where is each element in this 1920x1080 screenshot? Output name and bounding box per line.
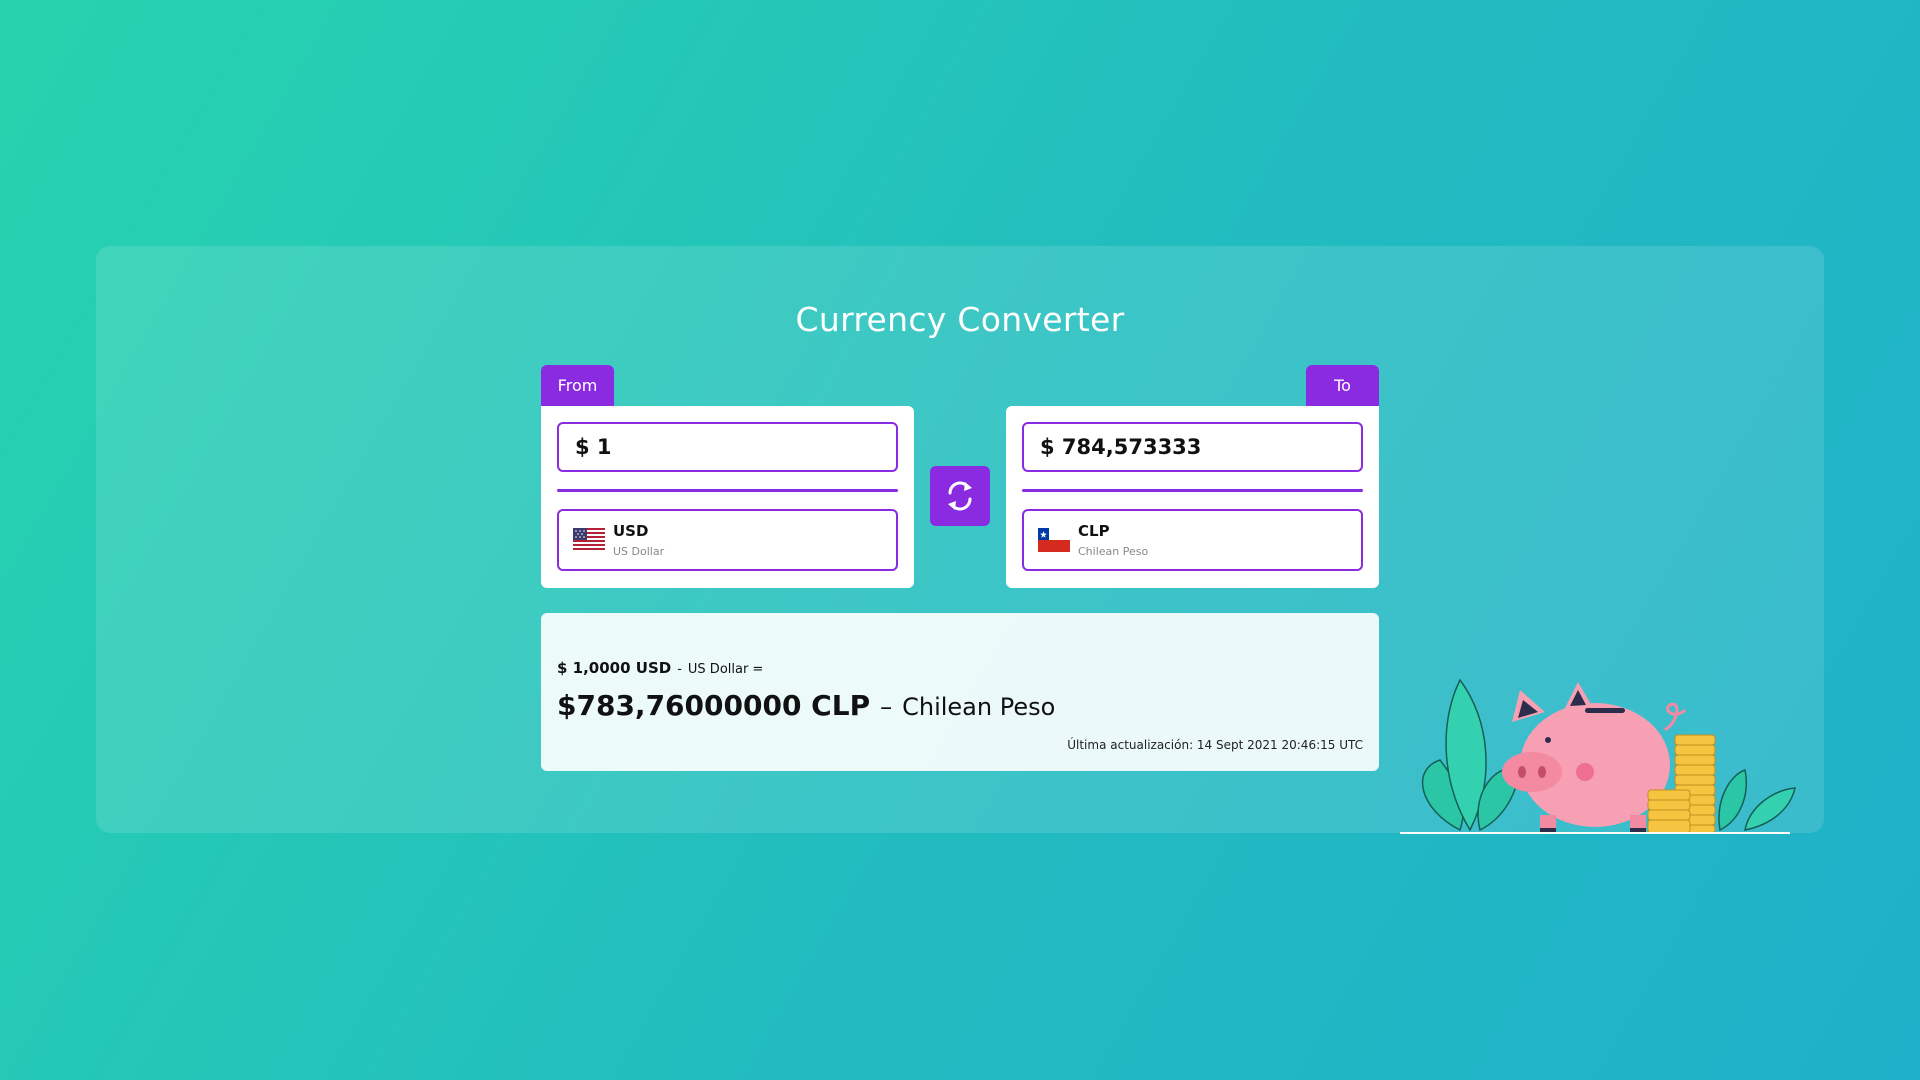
to-card: $ 784,573333 CLP Chilean Peso bbox=[1006, 406, 1379, 588]
page-title: Currency Converter bbox=[795, 300, 1125, 339]
tab-to: To bbox=[1306, 365, 1379, 406]
from-currency-code: USD bbox=[613, 522, 649, 540]
from-amount-input[interactable]: $ 1 bbox=[557, 422, 898, 472]
to-divider bbox=[1022, 489, 1363, 492]
result-base-line: $ 1,0000 USD - US Dollar = bbox=[557, 659, 763, 677]
us-flag-icon bbox=[573, 528, 605, 552]
result-converted-amount: $783,76000000 CLP bbox=[557, 689, 871, 722]
tab-from: From bbox=[541, 365, 614, 406]
result-converted-separator: – bbox=[880, 693, 893, 721]
swap-arrows-icon bbox=[948, 481, 972, 511]
from-card: $ 1 USD US Dollar bbox=[541, 406, 914, 588]
chile-flag-icon bbox=[1038, 528, 1070, 552]
to-currency-select[interactable]: CLP Chilean Peso bbox=[1022, 509, 1363, 571]
from-currency-select[interactable]: USD US Dollar bbox=[557, 509, 898, 571]
result-base-name: US Dollar = bbox=[687, 662, 764, 677]
from-divider bbox=[557, 489, 898, 492]
result-box: $ 1,0000 USD - US Dollar = $783,76000000… bbox=[541, 613, 1379, 771]
to-currency-name: Chilean Peso bbox=[1078, 545, 1149, 558]
result-base-amount: $ 1,0000 USD bbox=[557, 659, 672, 677]
result-base-separator: - bbox=[677, 662, 682, 677]
result-converted-name: Chilean Peso bbox=[902, 693, 1056, 721]
to-currency-code: CLP bbox=[1078, 522, 1110, 540]
result-converted-line: $783,76000000 CLP – Chilean Peso bbox=[557, 689, 1055, 722]
swap-button[interactable] bbox=[930, 466, 990, 526]
from-currency-name: US Dollar bbox=[613, 545, 665, 558]
to-amount-input[interactable]: $ 784,573333 bbox=[1022, 422, 1363, 472]
piggy-bank-illustration bbox=[1400, 678, 1796, 834]
last-update-timestamp: Última actualización: 14 Sept 2021 20:46… bbox=[1067, 738, 1363, 752]
